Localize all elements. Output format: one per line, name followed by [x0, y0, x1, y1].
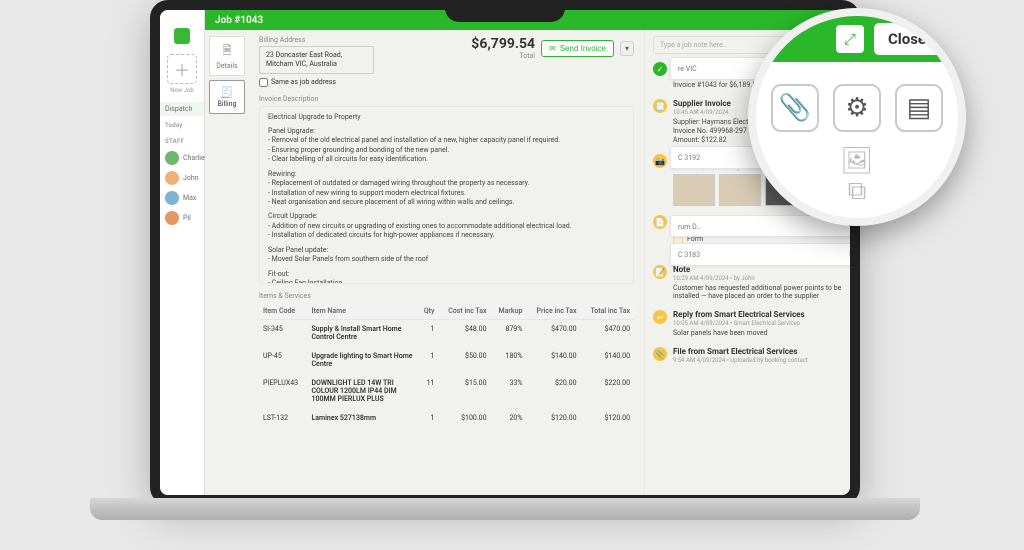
col-price[interactable]: Price inc Tax	[526, 303, 580, 320]
billing-address-label: Billing Address	[259, 36, 374, 44]
attachment-button[interactable]: 📎	[771, 84, 819, 132]
col-total[interactable]: Total inc Tax	[581, 303, 634, 320]
copy-icon[interactable]: ⧉	[848, 176, 867, 207]
invoice-total: $6,799.54	[471, 36, 535, 52]
billing-address[interactable]: 23 Doncaster East Road, Mitcham VIC, Aus…	[259, 46, 374, 74]
col-markup[interactable]: Markup	[491, 303, 527, 320]
feed-file[interactable]: 📎 File from Smart Electrical Services 9:…	[653, 347, 842, 366]
mail-icon: ✉	[549, 44, 556, 53]
invoice-description[interactable]: Electrical Upgrade to Property Panel Upg…	[259, 106, 634, 284]
staff-row[interactable]: Max	[160, 188, 204, 208]
table-row[interactable]: PIEPLUX43DOWNLIGHT LED 14W TRI COLOUR 12…	[259, 373, 634, 408]
feed-reply[interactable]: ↩ Reply from Smart Electrical Services 1…	[653, 310, 842, 338]
bg-job-card[interactable]: #1046C 3183	[670, 243, 860, 266]
sliders-icon: ⚙	[845, 93, 868, 123]
laptop-base	[90, 498, 920, 520]
new-job-label: New Job	[170, 87, 194, 94]
reply-icon: ↩	[653, 310, 667, 324]
invoice-icon: 🧾	[653, 99, 667, 113]
close-button[interactable]: Close	[874, 23, 940, 55]
left-nav: ＋ New Job Dispatch Today STAFF Charlie J…	[160, 10, 205, 495]
calendar-button[interactable]: ▤	[895, 84, 943, 132]
paperclip-icon: 📎	[779, 93, 811, 123]
job-header: Job #1043	[205, 10, 850, 30]
tab-details[interactable]: 🗎Details	[209, 36, 245, 76]
image-icon[interactable]: 🖼	[840, 146, 873, 176]
col-qty[interactable]: Qty	[417, 303, 438, 320]
form-icon: 📄	[653, 215, 667, 229]
avatar-icon	[165, 151, 179, 165]
staff-row[interactable]: Pil	[160, 208, 204, 228]
avatar-icon	[165, 171, 179, 185]
same-as-job-checkbox[interactable]: Same as job address	[259, 78, 374, 87]
send-invoice-button[interactable]: ✉Send Invoice	[541, 40, 614, 57]
collapse-icon[interactable]: ⤢	[836, 25, 864, 53]
magnifier-overlay: ⤢ Close 📎 ⚙ ▤ 🖼 ⧉	[748, 8, 966, 226]
file-icon: 📎	[653, 347, 667, 361]
table-row[interactable]: UP-45Upgrade lighting to Smart Home Cent…	[259, 346, 634, 373]
document-icon: 🗎	[212, 42, 242, 61]
table-row[interactable]: SI-345Supply & Install Smart Home Contro…	[259, 319, 634, 346]
nav-dispatch[interactable]: Dispatch	[160, 102, 204, 116]
receipt-icon: 🧾	[212, 86, 242, 99]
staff-row[interactable]: Charlie	[160, 148, 204, 168]
col-item-code[interactable]: Item Code	[259, 303, 307, 320]
settings-button[interactable]: ⚙	[833, 84, 881, 132]
nav-section-staff: STAFF	[160, 138, 184, 145]
tab-billing[interactable]: 🧾Billing	[209, 80, 245, 114]
staff-row[interactable]: John	[160, 168, 204, 188]
invoice-desc-label: Invoice Description	[259, 95, 634, 103]
items-services-label: Items & Services	[259, 292, 634, 300]
note-icon: 📝	[653, 265, 667, 279]
check-icon: ✓	[653, 62, 667, 76]
col-cost[interactable]: Cost inc Tax	[438, 303, 490, 320]
avatar-icon	[165, 211, 179, 225]
calendar-icon: ▤	[907, 93, 932, 123]
job-tabs: 🗎Details 🧾Billing	[205, 30, 249, 495]
new-job-button[interactable]: ＋	[167, 54, 197, 84]
items-table: Item Code Item Name Qty Cost inc Tax Mar…	[259, 303, 634, 428]
invoice-total-label: Total	[471, 52, 535, 60]
col-item-name[interactable]: Item Name	[307, 303, 417, 320]
photo-icon: 📷	[653, 154, 667, 168]
avatar-icon	[165, 191, 179, 205]
app-logo	[174, 28, 190, 44]
send-invoice-dropdown[interactable]: ▾	[620, 41, 634, 56]
table-row[interactable]: LST-132Laminex 527138mm1$100.0020%$120.0…	[259, 408, 634, 427]
nav-section-today: Today	[160, 122, 183, 129]
job-title: Job #1043	[215, 15, 263, 26]
